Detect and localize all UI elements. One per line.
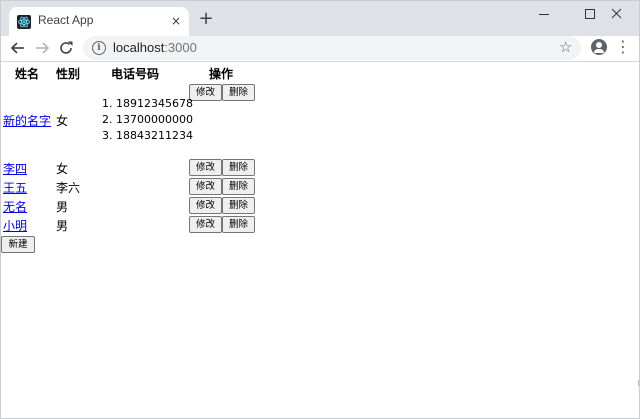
- name-link[interactable]: 王五: [3, 179, 27, 196]
- window-close-button[interactable]: [593, 1, 639, 29]
- name-link[interactable]: 新的名字: [3, 112, 51, 129]
- edit-button[interactable]: 修改: [189, 216, 222, 233]
- name-link[interactable]: 李四: [3, 160, 27, 177]
- tab-close-icon[interactable]: ×: [169, 14, 183, 28]
- browser-toolbar: i localhost:3000 ☆: [1, 36, 639, 62]
- info-icon[interactable]: i: [92, 41, 106, 55]
- react-favicon-icon: [17, 15, 31, 29]
- window-minimize-button[interactable]: [521, 1, 567, 29]
- header-name: 姓名: [15, 67, 40, 81]
- phone-item: 3. 18843211234: [102, 129, 193, 142]
- browser-window: React App × + i localhost:3000 ☆ ⋮ 姓名 性别…: [0, 0, 640, 419]
- reload-button[interactable]: [57, 39, 75, 57]
- phone-number: 18843211234: [116, 129, 193, 142]
- address-bar[interactable]: i localhost:3000 ☆: [83, 36, 581, 60]
- bookmark-star-icon[interactable]: ☆: [559, 38, 572, 56]
- page-content: 姓名 性别 电话号码 操作 修改 删除 新的名字 女 1. 1891234567…: [1, 62, 639, 418]
- edit-button[interactable]: 修改: [189, 84, 222, 101]
- close-icon: [611, 8, 622, 19]
- tab-title: React App: [38, 13, 94, 27]
- gender-cell: 女: [56, 114, 69, 128]
- delete-button[interactable]: 删除: [222, 178, 255, 195]
- more-vert-icon[interactable]: ⋮: [615, 39, 631, 57]
- forward-button[interactable]: [33, 39, 51, 57]
- gender-cell: 男: [56, 219, 69, 233]
- reload-icon: [60, 41, 73, 54]
- tab-strip: React App × +: [1, 1, 639, 36]
- new-button[interactable]: 新建: [1, 236, 35, 253]
- tab-react-app[interactable]: React App ×: [9, 7, 189, 36]
- url-port: :3000: [164, 40, 197, 55]
- header-gender: 性别: [56, 67, 81, 81]
- url-text[interactable]: localhost:3000: [113, 40, 197, 55]
- back-button[interactable]: [9, 39, 27, 57]
- name-link[interactable]: 小明: [3, 217, 27, 234]
- name-link[interactable]: 无名: [3, 198, 27, 215]
- profile-icon[interactable]: [591, 39, 607, 55]
- new-tab-icon[interactable]: +: [197, 10, 215, 28]
- arrow-left-icon: [10, 42, 24, 54]
- gender-cell: 男: [56, 200, 69, 214]
- phone-number: 18912345678: [116, 97, 193, 110]
- delete-button[interactable]: 删除: [222, 197, 255, 214]
- header-phone: 电话号码: [111, 67, 160, 81]
- delete-button[interactable]: 删除: [222, 159, 255, 176]
- phone-item: 2. 13700000000: [102, 113, 193, 126]
- edit-button[interactable]: 修改: [189, 178, 222, 195]
- phone-item: 1. 18912345678: [102, 97, 193, 110]
- gender-cell: 女: [56, 162, 69, 176]
- edit-button[interactable]: 修改: [189, 159, 222, 176]
- url-host: localhost: [113, 40, 165, 55]
- phone-number: 13700000000: [116, 113, 193, 126]
- delete-button[interactable]: 删除: [222, 84, 255, 101]
- scrollbar-edge: [638, 380, 639, 386]
- delete-button[interactable]: 删除: [222, 216, 255, 233]
- header-actions: 操作: [209, 67, 234, 81]
- phone-list: 1. 18912345678 2. 13700000000 3. 1884321…: [102, 96, 193, 144]
- edit-button[interactable]: 修改: [189, 197, 222, 214]
- arrow-right-icon: [36, 42, 50, 54]
- gender-cell: 李六: [56, 181, 81, 195]
